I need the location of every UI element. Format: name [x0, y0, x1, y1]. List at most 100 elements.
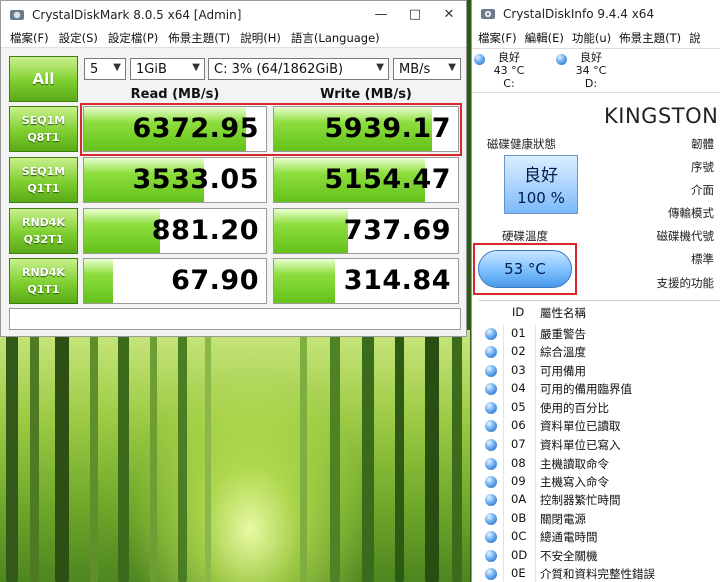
size-select[interactable]: 1GiB ▼ — [130, 58, 205, 80]
attribute-name: 可用備用 — [540, 364, 586, 378]
table-row[interactable]: 08 主機讀取命令 — [479, 455, 720, 473]
table-row[interactable]: 0C 總通電時間 — [479, 528, 720, 546]
attribute-name: 嚴重警告 — [540, 327, 586, 341]
test-button-rnd4k-q1t1[interactable]: RND4K Q1T1 — [9, 258, 78, 304]
status-good-icon — [556, 54, 567, 65]
drive-model: KINGSTON — [604, 104, 719, 128]
menu-language[interactable]: 語言(Language) — [286, 30, 385, 46]
window-title: CrystalDiskInfo 9.4.4 x64 — [503, 7, 655, 21]
title-bar[interactable]: CrystalDiskInfo 9.4.4 x64 — [472, 0, 720, 28]
menu-theme[interactable]: 佈景主題(T) — [163, 30, 235, 46]
table-row[interactable]: 05 使用的百分比 — [479, 399, 720, 417]
test-label-line1: SEQ1M — [21, 114, 66, 127]
all-button[interactable]: All — [9, 56, 78, 102]
unit-select[interactable]: MB/s ▼ — [393, 58, 461, 80]
minimize-button[interactable]: — — [364, 1, 398, 28]
health-percent: 100 % — [517, 189, 565, 207]
table-row[interactable]: 0B 關閉電源 — [479, 510, 720, 528]
crystaldiskinfo-window: CrystalDiskInfo 9.4.4 x64 檔案(F) 編輯(E) 功能… — [471, 0, 720, 582]
drive-select[interactable]: C: 3% (64/1862GiB) ▼ — [208, 58, 389, 80]
read-result-value: 881.20 — [151, 215, 259, 246]
temperature-label: 硬碟溫度 — [502, 229, 548, 243]
attribute-name: 主機寫入命令 — [540, 475, 609, 489]
test-label-line1: SEQ1M — [21, 165, 66, 178]
menu-settings[interactable]: 設定(S) — [54, 30, 103, 46]
attribute-id: 0E — [511, 566, 526, 580]
status-good-icon — [485, 531, 497, 543]
table-row[interactable]: 0E 介質和資料完整性錯誤 — [479, 565, 720, 582]
table-row[interactable]: 06 資料單位已讀取 — [479, 417, 720, 435]
drive-tab-d[interactable]: 良好 34 °C D: — [556, 51, 626, 93]
menu-help[interactable]: 說明(H) — [235, 30, 286, 46]
test-button-seq1m-q8t1[interactable]: SEQ1M Q8T1 — [9, 106, 78, 152]
bamboo-stalk — [362, 330, 374, 582]
table-row[interactable]: 02 綜合溫度 — [479, 343, 720, 361]
table-row[interactable]: 0A 控制器繁忙時間 — [479, 491, 720, 509]
menu-file[interactable]: 檔案(F) — [5, 30, 54, 46]
menu-file[interactable]: 檔案(F) — [474, 30, 521, 46]
close-button[interactable]: ✕ — [432, 1, 466, 28]
maximize-button[interactable]: □ — [398, 1, 432, 28]
test-button-seq1m-q1t1[interactable]: SEQ1M Q1T1 — [9, 157, 78, 203]
write-result-value: 314.84 — [343, 265, 451, 296]
test-label-line2: Q1T1 — [27, 182, 60, 195]
unit-value: MB/s — [399, 61, 431, 77]
read-result-bar — [84, 209, 161, 253]
crystaldiskmark-app-icon — [10, 9, 24, 20]
table-row[interactable]: 04 可用的備用臨界值 — [479, 380, 720, 398]
table-row[interactable]: 09 主機寫入命令 — [479, 473, 720, 491]
title-bar[interactable]: CrystalDiskMark 8.0.5 x64 [Admin] — □ ✕ — [1, 1, 466, 28]
write-result-value: 5154.47 — [324, 164, 451, 195]
attribute-name: 介質和資料完整性錯誤 — [540, 567, 655, 581]
chevron-down-icon: ▼ — [448, 62, 456, 73]
bamboo-stalk — [30, 330, 39, 582]
menu-help[interactable]: 說 — [685, 30, 705, 46]
read-result-value: 3533.05 — [132, 164, 259, 195]
test-label-line1: RND4K — [22, 266, 65, 279]
write-result-value: 5939.17 — [324, 113, 451, 144]
attribute-id: 05 — [511, 400, 526, 414]
status-good-icon — [485, 568, 497, 580]
drive-temperature: 34 °C — [575, 64, 607, 77]
table-row[interactable]: 03 可用備用 — [479, 362, 720, 380]
attribute-id: 07 — [511, 437, 526, 451]
read-column-header: Read (MB/s) — [130, 87, 220, 102]
status-good-icon — [485, 346, 497, 358]
column-header-id[interactable]: ID — [512, 305, 524, 319]
transfer-mode-label: 傳輸模式 — [668, 206, 714, 220]
attribute-name: 資料單位已寫入 — [540, 438, 621, 452]
bamboo-stalk — [452, 330, 462, 582]
status-good-icon — [485, 420, 497, 432]
status-good-icon — [485, 328, 497, 340]
read-result-value: 6372.95 — [132, 113, 259, 144]
health-status-button[interactable]: 良好 100 % — [504, 155, 578, 214]
drive-tab-c[interactable]: 良好 43 °C C: — [474, 51, 544, 93]
temperature-badge[interactable]: 53 °C — [478, 250, 572, 288]
table-row[interactable]: 07 資料單位已寫入 — [479, 436, 720, 454]
crystaldiskmark-window: CrystalDiskMark 8.0.5 x64 [Admin] — □ ✕ … — [0, 0, 467, 337]
test-label-line2: Q8T1 — [27, 131, 60, 144]
status-good-icon — [485, 494, 497, 506]
count-value: 5 — [90, 61, 99, 77]
menu-theme[interactable]: 佈景主題(T) — [615, 30, 685, 46]
attribute-name: 綜合溫度 — [540, 345, 586, 359]
drive-letter: C: — [503, 77, 515, 90]
table-row[interactable]: 01 嚴重警告 — [479, 325, 720, 343]
menu-function[interactable]: 功能(u) — [568, 30, 615, 46]
crystaldiskinfo-app-icon — [481, 9, 495, 19]
read-result-bar — [84, 259, 114, 303]
attribute-name: 不安全關機 — [540, 549, 598, 563]
menu-profile[interactable]: 設定檔(P) — [103, 30, 163, 46]
menu-edit[interactable]: 編輯(E) — [521, 30, 568, 46]
test-button-rnd4k-q32t1[interactable]: RND4K Q32T1 — [9, 208, 78, 254]
table-row[interactable]: 0D 不安全關機 — [479, 547, 720, 565]
bamboo-stalk — [395, 330, 404, 582]
count-select[interactable]: 5 ▼ — [84, 58, 126, 80]
write-result-bar — [274, 259, 335, 303]
write-result-cell: 5154.47 — [273, 157, 459, 203]
attribute-name: 主機讀取命令 — [540, 457, 609, 471]
attribute-name: 使用的百分比 — [540, 401, 609, 415]
bamboo-stalk — [178, 330, 187, 582]
comment-field[interactable] — [9, 308, 461, 330]
column-header-name[interactable]: 屬性名稱 — [540, 305, 586, 321]
